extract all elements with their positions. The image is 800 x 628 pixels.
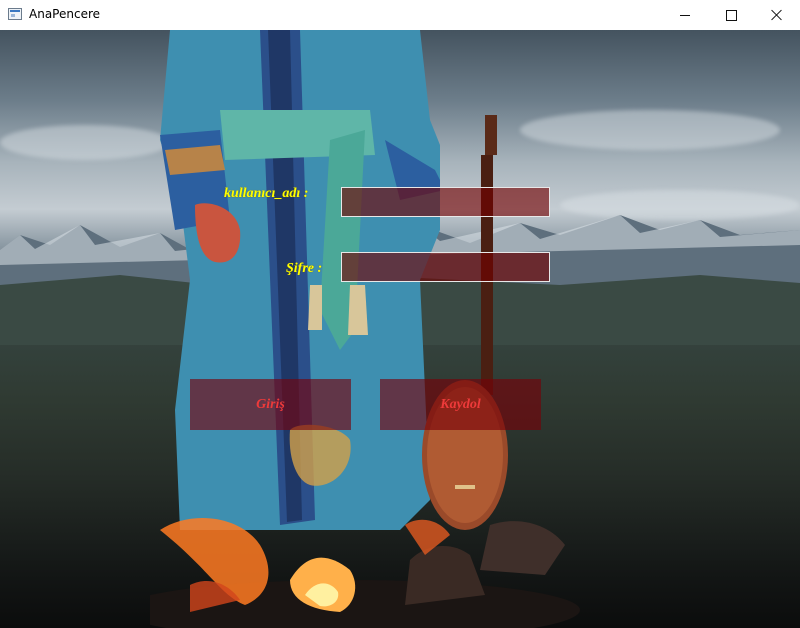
- app-window-icon: [8, 8, 22, 20]
- close-icon: [771, 9, 783, 21]
- window-title: AnaPencere: [29, 7, 100, 21]
- login-button[interactable]: Giriş: [190, 379, 351, 430]
- robed-figure: [160, 30, 440, 530]
- password-input[interactable]: [341, 252, 550, 282]
- campfire: [150, 518, 580, 628]
- username-label: kullanıcı_adı :: [224, 186, 309, 201]
- maximize-icon: [725, 9, 737, 21]
- minimize-icon: [680, 14, 690, 16]
- password-label: Şifre :: [286, 261, 323, 276]
- cloud: [0, 125, 170, 160]
- title-bar[interactable]: AnaPencere: [0, 0, 800, 30]
- maximize-button[interactable]: [708, 0, 754, 30]
- username-input[interactable]: [341, 187, 550, 217]
- app-window: AnaPencere kullanıcı_adı: Şifre: Giriş…: [0, 0, 800, 628]
- minimize-button[interactable]: [662, 0, 708, 30]
- dombra-instrument: [422, 115, 508, 530]
- register-button[interactable]: Kaydol: [380, 379, 541, 430]
- cloud: [520, 110, 780, 150]
- background-image: kullanıcı_adı : Şifre : Giriş Kaydol: [0, 30, 800, 628]
- close-button[interactable]: [754, 0, 800, 30]
